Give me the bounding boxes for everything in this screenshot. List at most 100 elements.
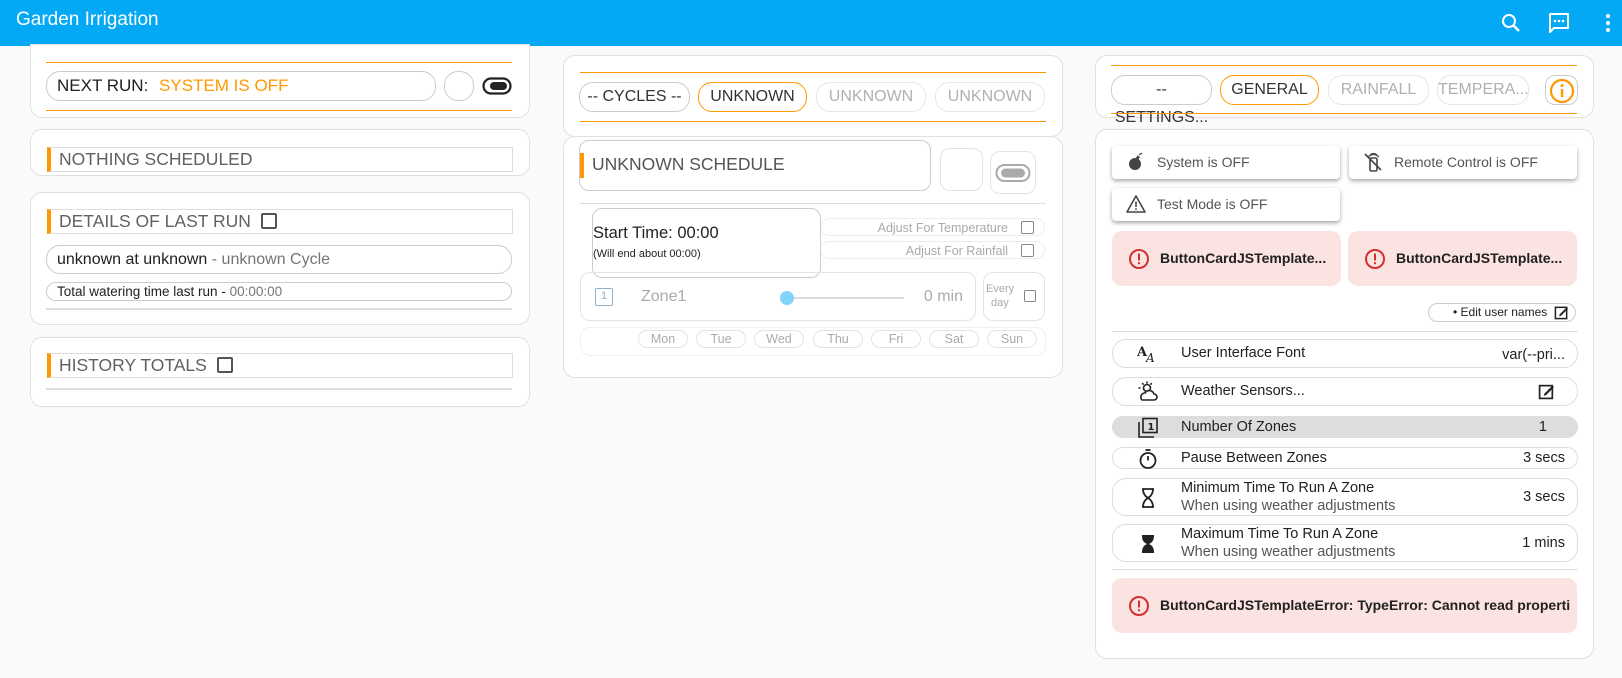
last-run-checkbox[interactable] — [260, 213, 277, 229]
day-tue[interactable]: Tue — [696, 330, 746, 348]
hourglass-empty-icon — [1142, 488, 1154, 508]
tab-cycle-2[interactable]: UNKNOWN — [816, 82, 926, 112]
number-of-zones-label: Number Of Zones — [1181, 419, 1297, 435]
template-error-2-text: ButtonCardJSTemplate... — [1396, 250, 1563, 266]
warning-icon — [1126, 195, 1146, 213]
minimum-time-row[interactable]: Minimum Time To Run A Zone When using we… — [1112, 478, 1578, 516]
remote-control-off-icon — [1364, 152, 1382, 172]
system-status: System is OFF — [1112, 146, 1340, 179]
last-run-summary-main: unknown at unknown — [57, 251, 208, 268]
weather-partly-cloudy-icon — [1138, 381, 1158, 401]
error-icon — [1129, 596, 1149, 616]
tab-general[interactable]: GENERAL — [1220, 75, 1319, 105]
maximum-time-row[interactable]: Maximum Time To Run A Zone When using we… — [1112, 524, 1578, 562]
tab-cycles[interactable]: -- CYCLES -- — [579, 82, 690, 112]
day-sun[interactable]: Sun — [987, 330, 1037, 348]
maximum-time-sublabel: When using weather adjustments — [1181, 544, 1396, 560]
error-icon — [1365, 249, 1385, 269]
test-mode-status-text: Test Mode is OFF — [1157, 196, 1268, 212]
last-run-total-label: Total watering time last run - — [57, 284, 230, 299]
weather-sensors-row[interactable]: Weather Sensors... — [1112, 377, 1578, 406]
bomb-icon — [1129, 152, 1143, 170]
last-run-header: DETAILS OF LAST RUN — [47, 209, 513, 234]
divider — [46, 62, 512, 63]
edit-user-names-label: • Edit user names — [1453, 305, 1548, 319]
last-run-total: Total watering time last run - 00:00:00 — [46, 282, 512, 301]
nothing-scheduled-title: NOTHING SCHEDULED — [47, 147, 513, 172]
minimum-time-value: 3 secs — [1523, 489, 1565, 505]
divider — [580, 72, 1046, 73]
pause-between-zones-row[interactable]: Pause Between Zones 3 secs — [1112, 447, 1578, 469]
zone-slider-track — [786, 297, 904, 299]
system-status-text: System is OFF — [1157, 154, 1250, 170]
adjust-temp-checkbox[interactable] — [1021, 221, 1034, 234]
tab-rainfall[interactable]: RAINFALL — [1328, 75, 1429, 105]
start-time-box[interactable]: Start Time: 00:00 (Will end about 00:00) — [592, 208, 821, 278]
number-of-zones-row[interactable]: 1 Number Of Zones 1 — [1112, 416, 1578, 438]
app-title: Garden Irrigation — [16, 9, 159, 30]
minimum-time-sublabel: When using weather adjustments — [1181, 498, 1396, 514]
user-interface-font-label: User Interface Font — [1181, 345, 1306, 361]
divider — [46, 388, 512, 390]
every-day-label-2: day — [991, 297, 1009, 309]
tab-settings[interactable]: -- SETTINGS... — [1111, 75, 1212, 126]
system-toggle-icon[interactable] — [482, 76, 512, 96]
history-checkbox[interactable] — [216, 357, 233, 373]
last-run-total-value: 00:00:00 — [229, 284, 283, 299]
tab-temperature[interactable]: TEMPERA... — [1437, 75, 1529, 105]
remote-status-text: Remote Control is OFF — [1394, 154, 1538, 170]
day-sat[interactable]: Sat — [929, 330, 979, 348]
last-run-title: DETAILS OF LAST RUN — [59, 211, 251, 231]
maximum-time-label: Maximum Time To Run A Zone — [1181, 526, 1379, 542]
template-error-3-text: ButtonCardJSTemplateError: TypeError: Ca… — [1160, 597, 1570, 613]
divider — [580, 121, 1046, 122]
test-mode-status: Test Mode is OFF — [1112, 188, 1340, 221]
svg-text:A: A — [1145, 351, 1155, 365]
user-interface-font-value: var(--pri... — [1502, 347, 1565, 363]
divider — [1111, 113, 1577, 114]
every-day-checkbox[interactable] — [1024, 290, 1036, 302]
edit-user-names-button[interactable]: • Edit user names — [1428, 303, 1576, 322]
remote-status: Remote Control is OFF — [1349, 146, 1577, 179]
template-error-3: ButtonCardJSTemplateError: TypeError: Ca… — [1112, 578, 1577, 633]
divider — [1112, 569, 1578, 570]
adjust-rain-label: Adjust For Rainfall — [905, 244, 1008, 258]
search-icon[interactable] — [1499, 11, 1523, 35]
schedule-action-button[interactable] — [940, 148, 983, 191]
next-run-action-button[interactable] — [444, 71, 474, 101]
weather-sensors-label: Weather Sensors... — [1181, 383, 1305, 399]
day-mon[interactable]: Mon — [638, 330, 688, 348]
template-error-2: ButtonCardJSTemplate... — [1348, 231, 1577, 286]
day-wed[interactable]: Wed — [754, 330, 804, 348]
divider — [580, 203, 1046, 204]
next-run-label: NEXT RUN: — [57, 76, 149, 95]
zone-name: Zone1 — [641, 288, 687, 305]
edit-icon — [1554, 306, 1569, 320]
format-font-icon: AA — [1137, 345, 1155, 365]
tab-cycle-1[interactable]: UNKNOWN — [698, 82, 807, 112]
divider — [1111, 65, 1577, 66]
divider — [1112, 331, 1578, 332]
pause-between-zones-label: Pause Between Zones — [1181, 450, 1327, 466]
chat-icon[interactable] — [1547, 11, 1571, 35]
history-title: HISTORY TOTALS — [59, 355, 207, 375]
app-header: Garden Irrigation — [0, 0, 1622, 46]
adjust-temp-label: Adjust For Temperature — [877, 221, 1008, 235]
schedule-toggle-icon[interactable] — [995, 163, 1031, 183]
day-fri[interactable]: Fri — [871, 330, 921, 348]
adjust-rain-checkbox[interactable] — [1021, 244, 1034, 257]
divider — [46, 110, 512, 111]
tab-cycle-3[interactable]: UNKNOWN — [935, 82, 1045, 112]
zone-slider-thumb[interactable] — [780, 291, 794, 305]
numeric-box-multiple-icon: 1 — [1138, 417, 1158, 438]
day-thu[interactable]: Thu — [813, 330, 863, 348]
edit-icon — [1538, 384, 1554, 400]
history-header: HISTORY TOTALS — [47, 353, 513, 378]
zone-number-icon: 1 — [595, 288, 613, 306]
more-vert-icon[interactable] — [1596, 11, 1620, 35]
end-time-note: (Will end about 00:00) — [593, 248, 701, 260]
last-run-summary-cycle: unknown Cycle — [221, 251, 331, 268]
template-error-1: ButtonCardJSTemplate... — [1112, 231, 1341, 286]
minimum-time-label: Minimum Time To Run A Zone — [1181, 480, 1375, 496]
user-interface-font-row[interactable]: AA User Interface Font var(--pri... — [1112, 339, 1578, 368]
